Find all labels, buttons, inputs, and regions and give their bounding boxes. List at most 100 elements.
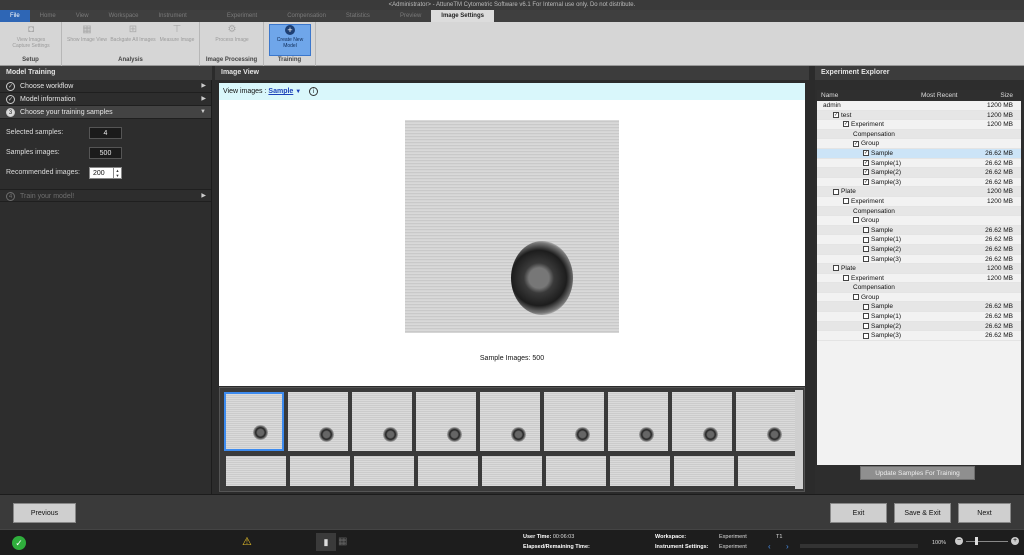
measure-image-button[interactable]: ⊤ Measure Image (154, 25, 200, 55)
thumbnail[interactable] (352, 392, 412, 451)
thumbnail[interactable] (354, 456, 414, 486)
tree-row[interactable]: Plate 1200 MB (817, 264, 1021, 274)
thumbnail[interactable] (480, 392, 540, 451)
checkbox[interactable] (863, 255, 869, 262)
tree-row[interactable]: ✓ Sample(1) 26.62 MB (817, 159, 1021, 169)
chevron-right-icon[interactable]: › (786, 542, 796, 552)
zoom-slider-thumb[interactable] (975, 537, 978, 545)
thumbnail[interactable] (544, 392, 604, 451)
checkbox[interactable] (863, 227, 869, 233)
tab-instrument[interactable]: Instrument (149, 10, 197, 22)
tab-home[interactable]: Home (30, 10, 66, 22)
tree-row[interactable]: Sample(3) 26.62 MB (817, 331, 1021, 341)
thumbnail[interactable] (416, 392, 476, 451)
tree-row[interactable]: admin 1200 MB (817, 101, 1021, 111)
tree-row[interactable]: Sample(1) 26.62 MB (817, 312, 1021, 322)
checkbox[interactable] (863, 236, 869, 243)
plate-icon[interactable]: ▦ (338, 535, 356, 549)
checkbox[interactable] (863, 322, 869, 329)
tree-row[interactable]: ✓ Sample(3) 26.62 MB (817, 178, 1021, 188)
thumbnail[interactable] (608, 392, 668, 451)
step-choose-training-samples[interactable]: 3 Choose your training samples ▼ (0, 106, 211, 119)
create-new-model-button[interactable]: + Create New Model (269, 24, 311, 56)
tab-image-settings[interactable]: Image Settings (431, 10, 494, 22)
tab-workspace[interactable]: Workspace (99, 10, 149, 22)
update-samples-button[interactable]: Update Samples For Training (860, 466, 975, 480)
checkbox[interactable] (863, 246, 869, 253)
step-model-information[interactable]: ✓ Model information ▶ (0, 93, 211, 106)
tab-statistics[interactable]: Statistics (336, 10, 380, 22)
info-icon[interactable]: i (309, 86, 319, 96)
step-train-model[interactable]: 4 Train your model! ▶ (0, 189, 211, 202)
checkbox[interactable]: ✓ (853, 140, 859, 147)
tree-row[interactable]: Sample(2) 26.62 MB (817, 321, 1021, 332)
spin-arrows-icon[interactable]: ▲ ▼ (113, 168, 121, 178)
tree-row[interactable]: ✓ Sample(2) 26.62 MB (817, 168, 1021, 178)
zoom-in-icon[interactable]: + (1011, 537, 1019, 545)
chevron-left-icon[interactable]: ‹ (768, 542, 778, 552)
tree-row[interactable]: Sample(3) 26.62 MB (817, 255, 1021, 265)
step-choose-workflow[interactable]: ✓ Choose workflow ▶ (0, 80, 211, 93)
thumbnail-scrollbar[interactable] (795, 390, 803, 489)
thumbnail[interactable] (610, 456, 670, 486)
checkbox[interactable] (843, 274, 849, 281)
checkbox[interactable] (833, 265, 839, 272)
zoom-slider[interactable] (966, 541, 1008, 542)
tree-row[interactable]: Group (817, 216, 1021, 226)
tree-row[interactable]: Experiment 1200 MB (817, 197, 1021, 207)
tree-row[interactable]: Sample 26.62 MB (817, 302, 1021, 313)
show-image-view-button[interactable]: ▦ Show Image View (64, 25, 110, 55)
previous-button[interactable]: Previous (13, 503, 76, 523)
tree-row[interactable]: ✓ Experiment 1200 MB (817, 120, 1021, 130)
thumbnail[interactable] (546, 456, 606, 486)
recommended-images-stepper[interactable]: 200 ▲ ▼ (89, 167, 122, 179)
checkbox[interactable] (843, 198, 849, 205)
tree-row[interactable]: Experiment 1200 MB (817, 274, 1021, 284)
thumbnail[interactable] (738, 456, 798, 486)
tube-icon[interactable]: ▮ (316, 533, 336, 551)
checkbox[interactable]: ✓ (863, 169, 869, 176)
view-images-select[interactable]: Sample (268, 88, 293, 95)
checkbox[interactable]: ✓ (863, 159, 869, 166)
tree-row[interactable]: Group (817, 293, 1021, 303)
exit-button[interactable]: Exit (830, 503, 887, 523)
tree-row[interactable]: ✓ Sample 26.62 MB (817, 148, 1021, 159)
checkbox[interactable] (863, 332, 869, 339)
view-images-capture-settings-button[interactable]: ◘ View Images Capture Settings (8, 25, 54, 55)
thumbnail[interactable] (290, 456, 350, 486)
checkbox[interactable] (863, 303, 869, 310)
thumbnail[interactable] (482, 456, 542, 486)
tab-experiment[interactable]: Experiment (197, 10, 267, 22)
checkbox[interactable]: ✓ (843, 121, 849, 128)
tree-row[interactable]: Compensation (817, 129, 1021, 140)
checkbox[interactable]: ✓ (863, 150, 869, 157)
next-button[interactable]: Next (958, 503, 1011, 523)
tree-row[interactable]: Plate 1200 MB (817, 187, 1021, 197)
checkbox[interactable]: ✓ (863, 179, 869, 186)
tab-file[interactable]: File (0, 10, 30, 22)
timeline-bar[interactable] (800, 544, 918, 548)
thumbnail[interactable] (674, 456, 734, 486)
tab-preview[interactable]: Preview (380, 10, 431, 22)
tree-row[interactable]: Compensation (817, 206, 1021, 217)
checkbox[interactable] (863, 313, 869, 320)
thumbnail[interactable] (736, 392, 796, 451)
checkbox[interactable]: ✓ (833, 111, 839, 118)
thumbnail[interactable] (418, 456, 478, 486)
save-exit-button[interactable]: Save & Exit (894, 503, 951, 523)
tree-row[interactable]: ✓ Group (817, 139, 1021, 149)
checkbox[interactable] (853, 217, 859, 224)
zoom-out-icon[interactable]: − (955, 537, 963, 545)
checkbox[interactable] (853, 294, 859, 301)
tab-compensation[interactable]: Compensation (267, 10, 336, 22)
thumbnail[interactable] (224, 392, 284, 451)
tab-view[interactable]: View (66, 10, 99, 22)
tree-row[interactable]: ✓ test 1200 MB (817, 110, 1021, 121)
backgate-all-images-button[interactable]: ⊞ Backgate All Images (110, 25, 156, 55)
thumbnail[interactable] (226, 456, 286, 486)
tree-row[interactable]: Sample(1) 26.62 MB (817, 235, 1021, 245)
thumbnail[interactable] (288, 392, 348, 451)
tree-row[interactable]: Sample 26.62 MB (817, 225, 1021, 236)
chevron-down-icon[interactable]: ▼ (295, 89, 301, 95)
checkbox[interactable] (833, 188, 839, 195)
